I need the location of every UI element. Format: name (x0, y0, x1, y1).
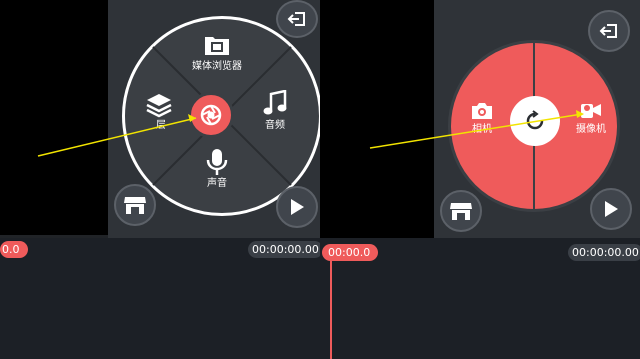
annotation-arrow (37, 114, 197, 157)
right-editor-panel: 相机 摄像机 00:00.0 00:00:00.00 (320, 0, 640, 359)
left-editor-panel: 媒体浏览器 层 音频 声音 0.0 00:00:00.00 (0, 0, 320, 359)
annotation-arrow (369, 110, 584, 149)
